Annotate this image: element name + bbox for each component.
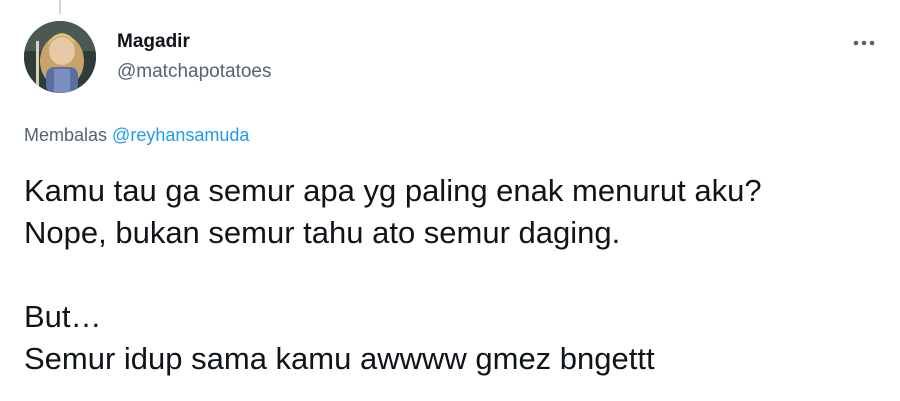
more-options-button[interactable] <box>844 30 884 56</box>
more-horizontal-icon <box>853 40 875 46</box>
display-name[interactable]: Magadir <box>117 31 190 53</box>
tweet: Magadir @matchapotatoes Membalas @reyhan… <box>0 0 900 401</box>
tweet-text-line: Kamu tau ga semur apa yg paling enak men… <box>24 173 762 208</box>
tweet-text-line: But… <box>24 299 102 334</box>
reply-prefix: Membalas <box>24 125 108 145</box>
thread-connector-line <box>59 0 61 14</box>
reply-mention-link[interactable]: @reyhansamuda <box>112 125 249 145</box>
avatar[interactable] <box>24 21 96 93</box>
reply-context: Membalas @reyhansamuda <box>24 124 249 146</box>
avatar-image <box>24 21 96 93</box>
tweet-text-line: Nope, bukan semur tahu ato semur daging. <box>24 215 621 250</box>
user-handle[interactable]: @matchapotatoes <box>117 61 272 83</box>
tweet-text: Kamu tau ga semur apa yg paling enak men… <box>24 170 884 380</box>
tweet-text-line: Semur idup sama kamu awwww gmez bngettt <box>24 341 655 376</box>
